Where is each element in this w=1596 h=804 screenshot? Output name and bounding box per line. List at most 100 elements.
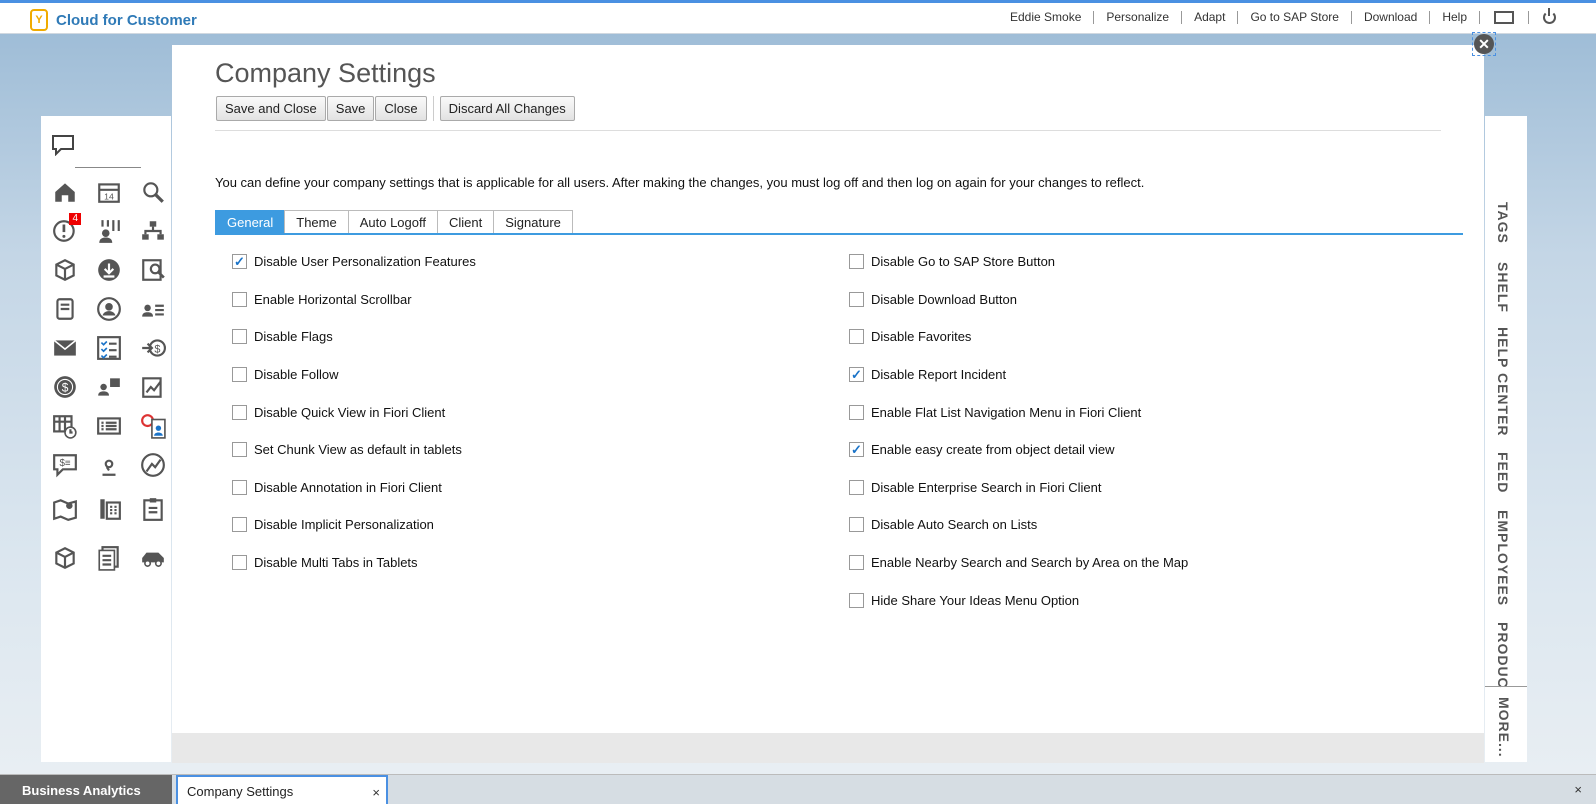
product-icon <box>55 258 75 281</box>
launchpad-item[interactable] <box>87 484 131 533</box>
dialog-close-button[interactable]: ✕ <box>1472 32 1496 56</box>
sidebar-tab-tags[interactable]: TAGS <box>1495 202 1511 244</box>
setting-checkbox[interactable]: ✓ <box>232 254 247 270</box>
setting-checkbox[interactable] <box>232 367 247 383</box>
launchpad-item[interactable] <box>43 533 87 582</box>
launchpad-grid: 14 4 $ $ $≡ <box>43 172 175 582</box>
launchpad-item[interactable] <box>43 250 87 289</box>
org-chart-icon <box>142 220 164 240</box>
setting-option: Disable Quick View in Fiori Client <box>232 393 476 431</box>
sidebar-tab-feed[interactable]: FEED <box>1495 452 1511 493</box>
people-list-icon <box>142 304 164 317</box>
sidebar-more[interactable]: MORE... <box>1485 686 1527 762</box>
setting-label: Hide Share Your Ideas Menu Option <box>871 592 1080 608</box>
launchpad-item[interactable]: 14 <box>87 172 131 211</box>
close-button[interactable]: Close <box>375 96 427 121</box>
setting-checkbox[interactable] <box>232 517 247 533</box>
launchpad-item[interactable] <box>131 484 175 533</box>
tab-auto-logoff[interactable]: Auto Logoff <box>347 210 438 233</box>
launchpad-item[interactable] <box>87 367 131 406</box>
tab-signature[interactable]: Signature <box>493 210 573 233</box>
launchpad-item[interactable] <box>43 484 87 533</box>
launchpad-item[interactable]: $≡ <box>43 445 87 484</box>
setting-checkbox[interactable] <box>849 555 864 571</box>
report-icon <box>142 258 165 281</box>
logoff-button[interactable] <box>1528 8 1570 24</box>
setting-checkbox[interactable]: ✓ <box>849 442 864 458</box>
phone-icon <box>100 498 121 520</box>
setting-checkbox[interactable] <box>849 517 864 533</box>
close-tab-icon[interactable]: × <box>372 785 380 800</box>
launchpad-item[interactable]: $ <box>131 328 175 367</box>
launchpad-item[interactable] <box>43 289 87 328</box>
tab-client[interactable]: Client <box>436 210 495 233</box>
close-all-tabs-icon[interactable]: × <box>1574 782 1582 797</box>
setting-checkbox[interactable] <box>232 404 247 420</box>
save-button[interactable]: Save <box>326 96 375 121</box>
launchpad-item[interactable] <box>43 172 87 211</box>
launchpad-item[interactable] <box>131 172 175 211</box>
save-and-close-button[interactable]: Save and Close <box>216 96 326 121</box>
launchpad-item[interactable] <box>87 406 131 445</box>
setting-checkbox[interactable] <box>849 329 864 345</box>
calendar-grid-icon <box>53 414 77 439</box>
sidebar-tab-employees[interactable]: EMPLOYEES <box>1495 510 1511 606</box>
help-link[interactable]: Help <box>1430 11 1480 24</box>
setting-checkbox[interactable] <box>232 555 247 571</box>
sidebar-tab-products[interactable]: PRODUC <box>1495 622 1511 689</box>
launchpad-item[interactable] <box>87 533 131 582</box>
setting-checkbox[interactable] <box>232 479 247 495</box>
launchpad-item[interactable] <box>43 406 87 445</box>
launchpad-item[interactable] <box>87 211 131 250</box>
launchpad-item[interactable] <box>131 445 175 484</box>
setting-label: Disable Annotation in Fiori Client <box>254 479 442 495</box>
home-icon <box>55 182 75 202</box>
setting-checkbox[interactable] <box>232 329 247 345</box>
launchpad-item[interactable] <box>87 250 131 289</box>
sidebar-tab-help-center[interactable]: HELP CENTER <box>1495 327 1511 437</box>
sap-store-link[interactable]: Go to SAP Store <box>1238 11 1352 24</box>
setting-checkbox[interactable] <box>849 479 864 495</box>
company-settings-dialog: Company Settings Save and Close Save Clo… <box>172 45 1484 763</box>
launchpad-item[interactable] <box>87 289 131 328</box>
setting-option: Disable Favorites <box>849 318 1188 356</box>
setting-checkbox[interactable] <box>849 291 864 307</box>
setting-checkbox[interactable] <box>232 442 247 458</box>
map-icon <box>53 498 77 521</box>
discard-changes-button[interactable]: Discard All Changes <box>439 96 575 121</box>
launchpad-item[interactable] <box>87 445 131 484</box>
setting-option: Disable Multi Tabs in Tablets <box>232 544 476 582</box>
setting-checkbox[interactable] <box>849 592 864 608</box>
launchpad-item[interactable] <box>131 250 175 289</box>
setting-checkbox[interactable]: ✓ <box>849 367 864 383</box>
tab-business-analytics[interactable]: Business Analytics <box>0 775 172 804</box>
search-icon <box>143 181 164 203</box>
setting-label: Disable Download Button <box>871 291 1017 307</box>
launchpad-item[interactable] <box>43 328 87 367</box>
setting-checkbox[interactable] <box>849 254 864 270</box>
launchpad-item[interactable] <box>131 289 175 328</box>
adapt-link[interactable]: Adapt <box>1182 11 1239 24</box>
personalize-link[interactable]: Personalize <box>1094 11 1183 24</box>
launchpad-item[interactable]: $ <box>43 367 87 406</box>
launchpad-item[interactable]: 4 <box>43 211 87 250</box>
brand[interactable]: Y Cloud for Customer <box>30 9 197 31</box>
tab-company-settings[interactable]: Company Settings × <box>176 775 388 804</box>
setting-option: Enable Flat List Navigation Menu in Fior… <box>849 393 1188 431</box>
bottom-tab-strip: Business Analytics Company Settings × × <box>0 774 1596 804</box>
launchpad-item[interactable] <box>131 367 175 406</box>
setting-label: Disable Enterprise Search in Fiori Clien… <box>871 479 1102 495</box>
download-link[interactable]: Download <box>1352 11 1431 24</box>
tab-theme[interactable]: Theme <box>284 210 349 233</box>
tab-general[interactable]: General <box>215 210 286 233</box>
launchpad-item[interactable] <box>87 328 131 367</box>
sidebar-tab-shelf[interactable]: SHELF <box>1495 262 1511 313</box>
launchpad-item[interactable] <box>131 211 175 250</box>
setting-checkbox[interactable] <box>232 291 247 307</box>
setting-checkbox[interactable] <box>849 404 864 420</box>
chat-bubble-icon[interactable] <box>51 134 75 159</box>
launchpad-item[interactable] <box>131 533 175 582</box>
user-menu[interactable]: Eddie Smoke <box>1010 11 1095 24</box>
screen-mode-button[interactable] <box>1480 11 1528 24</box>
launchpad-item[interactable] <box>131 406 175 445</box>
